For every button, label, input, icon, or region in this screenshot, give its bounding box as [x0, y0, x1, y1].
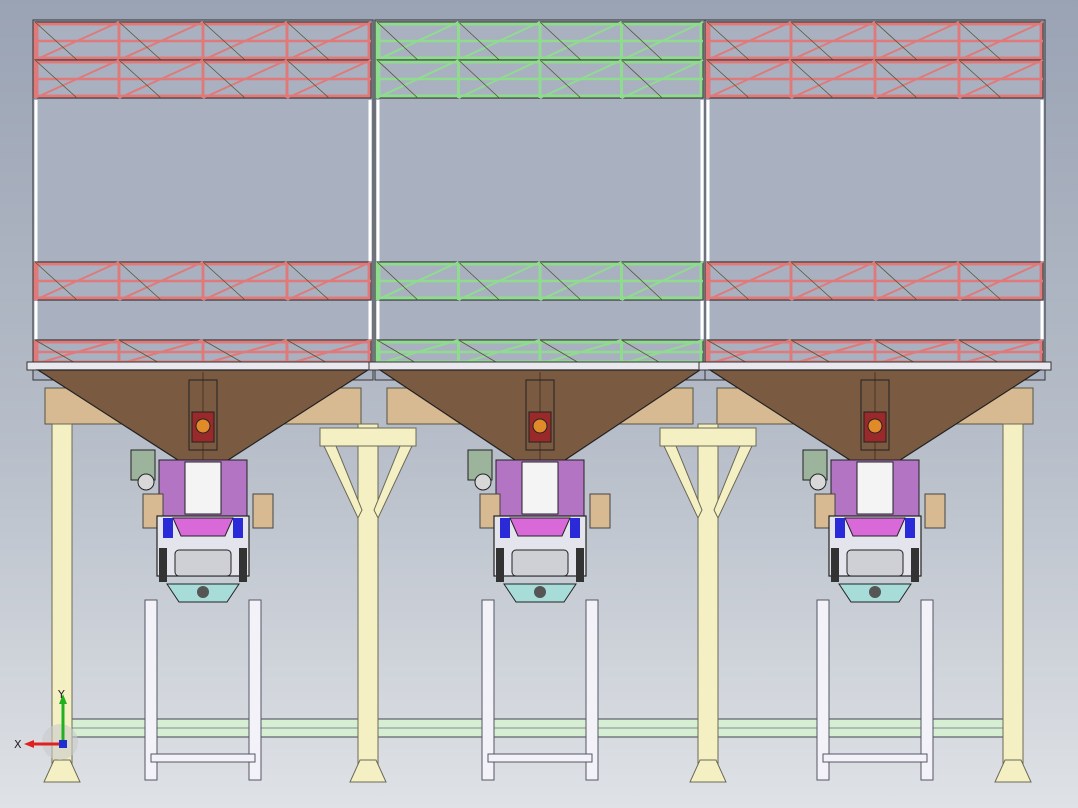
spout-clamp	[869, 586, 881, 598]
cad-graphics-area[interactable]: Y X	[0, 0, 1078, 808]
spring-right	[233, 518, 243, 538]
bagger-leg-left	[816, 599, 830, 781]
bagger-base-rail	[150, 753, 256, 763]
support-column	[697, 423, 719, 783]
chute-window	[184, 461, 222, 515]
clamp-left	[831, 548, 839, 582]
motor-pulley	[137, 473, 155, 491]
side-bracket-right	[589, 493, 611, 529]
weigh-drum	[174, 549, 232, 577]
clamp-right	[576, 548, 584, 582]
ledge-plate	[26, 361, 380, 371]
motor-pulley	[809, 473, 827, 491]
spring-left	[163, 518, 173, 538]
silo-module-center	[368, 19, 712, 781]
brace-left	[663, 445, 703, 520]
spring-right	[570, 518, 580, 538]
column-foot	[689, 759, 727, 783]
column-cap-beam	[319, 427, 417, 447]
valve-actuator	[867, 418, 883, 434]
triad-z-axis	[59, 740, 67, 748]
bagger-base-rail	[487, 753, 593, 763]
valve-actuator	[532, 418, 548, 434]
brace-right	[373, 445, 413, 520]
weigh-funnel	[844, 517, 906, 537]
motor-pulley	[474, 473, 492, 491]
side-bracket-right	[924, 493, 946, 529]
spring-right	[905, 518, 915, 538]
silo-assembly-drawing[interactable]	[0, 0, 1078, 808]
ledge-plate	[368, 361, 712, 371]
triad-y-label: Y	[57, 688, 65, 701]
weigh-funnel	[172, 517, 234, 537]
chute-window	[521, 461, 559, 515]
spout-clamp	[534, 586, 546, 598]
brace-left	[323, 445, 363, 520]
bagger-leg-left	[481, 599, 495, 781]
bagger-leg-left	[144, 599, 158, 781]
spring-left	[500, 518, 510, 538]
silo-module-right	[698, 19, 1052, 781]
column-foot	[994, 759, 1032, 783]
triad-x-arrow	[24, 740, 34, 748]
support-column	[357, 423, 379, 783]
valve-actuator	[195, 418, 211, 434]
clamp-right	[239, 548, 247, 582]
brace-right	[713, 445, 753, 520]
spring-left	[835, 518, 845, 538]
spout-clamp	[197, 586, 209, 598]
bagger-base-rail	[822, 753, 928, 763]
coordinate-triad: Y X	[14, 688, 78, 760]
support-column	[1002, 423, 1024, 783]
weigh-drum	[846, 549, 904, 577]
ledge-plate	[698, 361, 1052, 371]
column-cap-beam	[659, 427, 757, 447]
weigh-drum	[511, 549, 569, 577]
clamp-left	[496, 548, 504, 582]
chute-window	[856, 461, 894, 515]
bagger-leg-right	[248, 599, 262, 781]
clamp-left	[159, 548, 167, 582]
bagger-leg-right	[585, 599, 599, 781]
clamp-right	[911, 548, 919, 582]
weigh-funnel	[509, 517, 571, 537]
silo-module-left	[26, 19, 380, 781]
column-foot	[349, 759, 387, 783]
bagger-leg-right	[920, 599, 934, 781]
side-bracket-right	[252, 493, 274, 529]
triad-x-label: X	[14, 738, 22, 751]
